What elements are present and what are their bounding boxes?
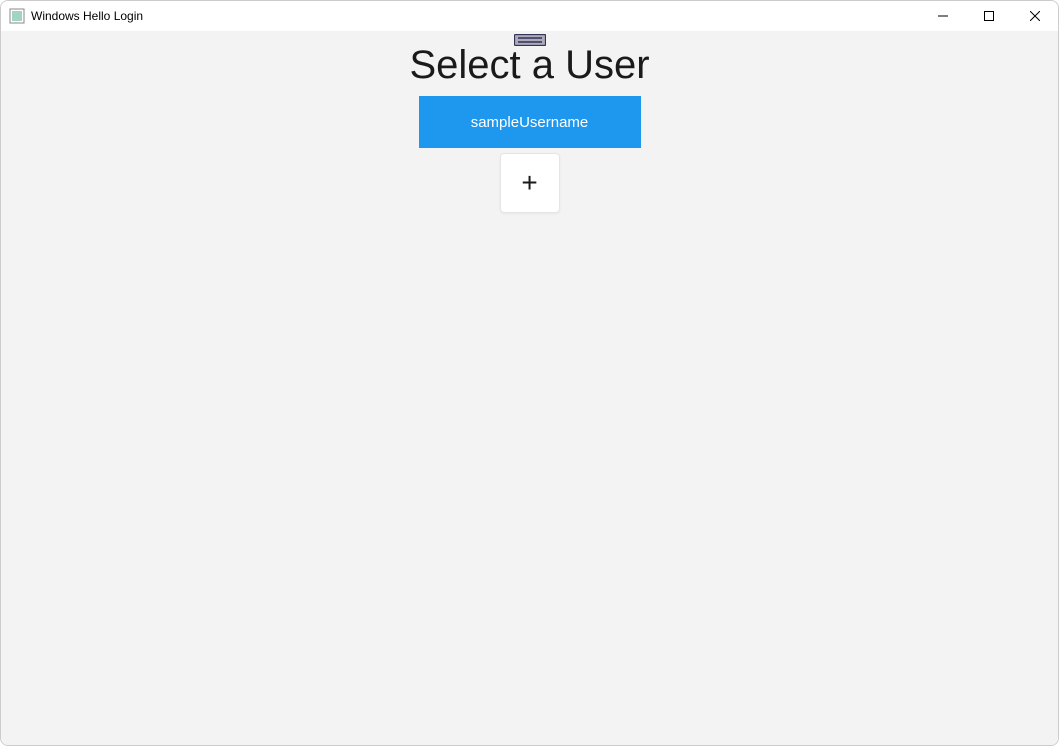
plus-icon: + [521, 167, 537, 199]
titlebar-left: Windows Hello Login [9, 8, 143, 24]
maximize-icon [984, 11, 994, 21]
window-title: Windows Hello Login [31, 9, 143, 23]
app-icon [9, 8, 25, 24]
window-controls [920, 1, 1058, 31]
maximize-button[interactable] [966, 1, 1012, 31]
close-button[interactable] [1012, 1, 1058, 31]
minimize-icon [938, 11, 948, 21]
app-window: Windows Hello Login [0, 0, 1059, 746]
close-icon [1030, 11, 1040, 21]
page-heading: Select a User [409, 43, 649, 88]
user-button[interactable]: sampleUsername [419, 96, 641, 148]
user-button-label: sampleUsername [471, 114, 589, 131]
add-user-button[interactable]: + [500, 153, 560, 213]
minimize-button[interactable] [920, 1, 966, 31]
content-area: Select a User sampleUsername + [1, 31, 1058, 745]
titlebar: Windows Hello Login [1, 1, 1058, 31]
